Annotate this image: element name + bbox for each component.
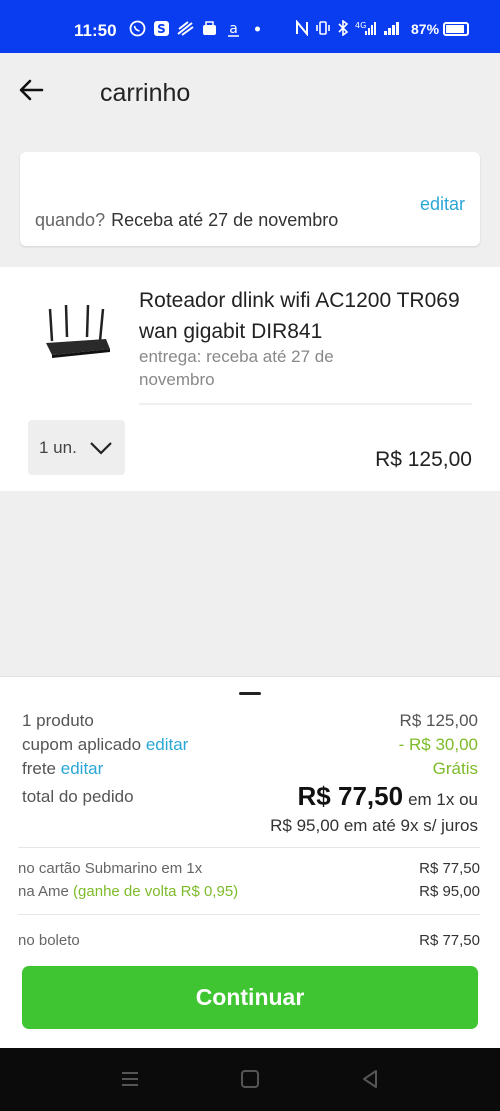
- ame-cashback: (ganhe de volta R$ 0,95): [73, 883, 239, 900]
- battery-percent: 87%: [411, 21, 440, 37]
- svg-text:S: S: [157, 22, 166, 36]
- system-icons: 4G: [295, 20, 401, 36]
- edit-delivery-link[interactable]: editar: [420, 194, 465, 215]
- router-product-image[interactable]: [40, 301, 112, 361]
- product-delivery: entrega: receba até 27 de novembro: [139, 347, 334, 389]
- ame-label: na Ame: [18, 883, 69, 900]
- boleto-value: R$ 77,50: [419, 932, 480, 949]
- coupon-label: cupom aplicado: [22, 735, 142, 754]
- sheet-drag-handle[interactable]: [239, 692, 261, 695]
- product-name[interactable]: Roteador dlink wifi AC1200 TR069 wan gig…: [139, 285, 469, 347]
- summary-divider-2: [18, 914, 480, 915]
- order-summary-sheet: 1 produto R$ 125,00 cupom aplicado edita…: [0, 676, 500, 1048]
- summary-coupon-row: cupom aplicado editar - R$ 30,00: [22, 735, 478, 757]
- vibrate-icon: [316, 21, 330, 35]
- home-icon[interactable]: [239, 1068, 261, 1090]
- summary-products-row: 1 produto R$ 125,00: [22, 711, 478, 733]
- total-price: R$ 77,50 em 1x ou: [298, 781, 478, 812]
- 4g-signal-icon: 4G: [355, 21, 376, 35]
- signal-icon: [384, 22, 399, 35]
- summary-shipping-row: frete editar Grátis: [22, 759, 478, 781]
- system-nav-bar: [0, 1048, 500, 1111]
- installments-text: R$ 95,00 em até 9x s/ juros: [270, 816, 478, 835]
- svg-text:a: a: [229, 21, 238, 37]
- page-title: carrinho: [100, 79, 191, 107]
- status-bar: 11:50 S a 4G 87%: [0, 0, 500, 53]
- back-nav-icon[interactable]: [359, 1068, 381, 1090]
- bag-icon: [200, 20, 218, 38]
- product-divider: [139, 403, 472, 405]
- bluetooth-icon: [338, 20, 349, 36]
- chevron-down-icon: [90, 441, 112, 455]
- cart-item: Roteador dlink wifi AC1200 TR069 wan gig…: [0, 267, 500, 491]
- payment-boleto-row: no boleto R$ 77,50: [18, 932, 480, 949]
- total-value: R$ 77,50: [297, 781, 404, 811]
- delivery-card: editar quando? Receba até 27 de novembro: [20, 152, 480, 246]
- edit-shipping-link[interactable]: editar: [61, 759, 104, 778]
- boleto-label: no boleto: [18, 932, 80, 949]
- continue-button[interactable]: Continuar: [22, 966, 478, 1029]
- notification-icons: S a: [128, 20, 266, 38]
- coupon-discount: - R$ 30,00: [398, 735, 478, 754]
- quantity-value: 1 un.: [39, 437, 77, 457]
- dot-icon: [248, 20, 266, 38]
- card-label: no cartão Submarino em 1x: [18, 860, 203, 877]
- product-price: R$ 125,00: [375, 448, 472, 471]
- payment-ame-row: na Ame (ganhe de volta R$ 0,95) R$ 95,00: [18, 883, 480, 900]
- status-time: 11:50: [74, 21, 117, 40]
- wave-icon: [176, 20, 194, 38]
- shipping-value: Grátis: [432, 759, 478, 778]
- whatsapp-icon: [128, 20, 146, 38]
- total-label: total do pedido: [22, 787, 134, 806]
- a-icon: a: [224, 20, 242, 38]
- delivery-when-value: Receba até 27 de novembro: [111, 210, 339, 230]
- arrow-left-icon[interactable]: [16, 75, 46, 105]
- total-suffix: em 1x ou: [408, 790, 478, 809]
- card-value: R$ 77,50: [419, 860, 480, 877]
- s-app-icon: S: [152, 20, 170, 38]
- payment-card-row: no cartão Submarino em 1x R$ 77,50: [18, 860, 480, 877]
- products-subtotal: R$ 125,00: [399, 711, 478, 730]
- products-count-label: 1 produto: [22, 711, 94, 730]
- summary-divider: [18, 847, 480, 848]
- nfc-icon: [296, 20, 308, 36]
- edit-coupon-link[interactable]: editar: [146, 735, 189, 754]
- battery-icon: [443, 22, 470, 36]
- svg-text:4G: 4G: [355, 21, 366, 30]
- app-bar: carrinho: [0, 53, 500, 131]
- battery: 87%: [411, 21, 470, 37]
- delivery-when: quando? Receba até 27 de novembro: [35, 210, 338, 231]
- ame-value: R$ 95,00: [419, 883, 480, 900]
- shipping-label: frete: [22, 759, 57, 778]
- delivery-when-label: quando?: [35, 210, 106, 230]
- recent-apps-icon[interactable]: [119, 1068, 141, 1090]
- quantity-select[interactable]: 1 un.: [28, 420, 125, 475]
